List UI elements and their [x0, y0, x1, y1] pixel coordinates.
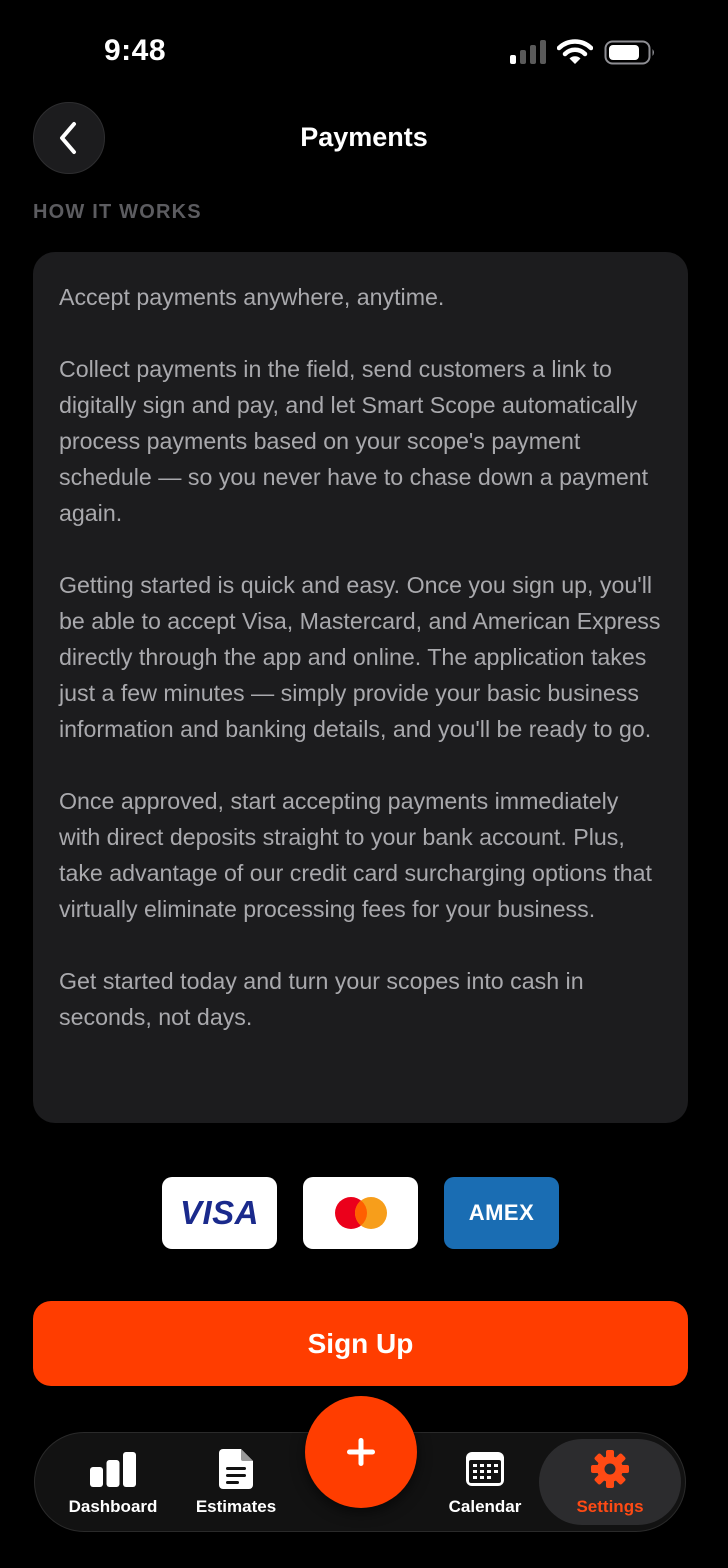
info-paragraph: Get started today and turn your scopes i… — [59, 968, 584, 1030]
info-paragraph: Once approved, start accepting payments … — [59, 788, 652, 922]
add-button[interactable] — [305, 1396, 417, 1508]
visa-logo-text: VISA — [179, 1194, 260, 1231]
tab-label: Settings — [576, 1497, 644, 1516]
cellular-signal-icon — [510, 40, 548, 64]
tab-label: Calendar — [448, 1497, 522, 1516]
visa-logo: VISA — [162, 1177, 277, 1249]
amex-logo-text: AMEX — [468, 1200, 535, 1225]
tab-settings[interactable]: Settings — [539, 1439, 681, 1525]
tab-calendar[interactable]: Calendar — [433, 1433, 537, 1530]
sign-up-button[interactable]: Sign Up — [33, 1301, 688, 1386]
info-card: Accept payments anywhere, anytime. Colle… — [33, 252, 688, 1123]
battery-icon — [604, 40, 654, 65]
page-title: Payments — [300, 122, 428, 152]
plus-icon — [347, 1438, 375, 1466]
bar-chart-icon — [89, 1449, 137, 1489]
gear-icon — [590, 1449, 630, 1489]
wifi-icon — [557, 39, 593, 64]
status-time: 9:48 — [104, 34, 167, 67]
mastercard-circles-icon — [334, 1197, 387, 1229]
status-bar: 9:48 — [0, 0, 728, 100]
mastercard-logo — [303, 1177, 418, 1249]
info-paragraph: Getting started is quick and easy. Once … — [59, 572, 661, 742]
amex-logo: AMEX — [444, 1177, 559, 1249]
info-paragraph: Collect payments in the field, send cust… — [59, 356, 649, 526]
tab-estimates[interactable]: Estimates — [181, 1433, 291, 1530]
tab-label: Dashboard — [68, 1497, 158, 1516]
document-icon — [219, 1449, 253, 1489]
calendar-icon — [465, 1449, 505, 1489]
tab-dashboard[interactable]: Dashboard — [55, 1433, 171, 1530]
section-header: HOW IT WORKS — [33, 201, 202, 223]
info-paragraph: Accept payments anywhere, anytime. — [59, 284, 445, 310]
tab-label: Estimates — [195, 1497, 277, 1516]
card-network-logos: VISA AMEX — [0, 1177, 728, 1249]
